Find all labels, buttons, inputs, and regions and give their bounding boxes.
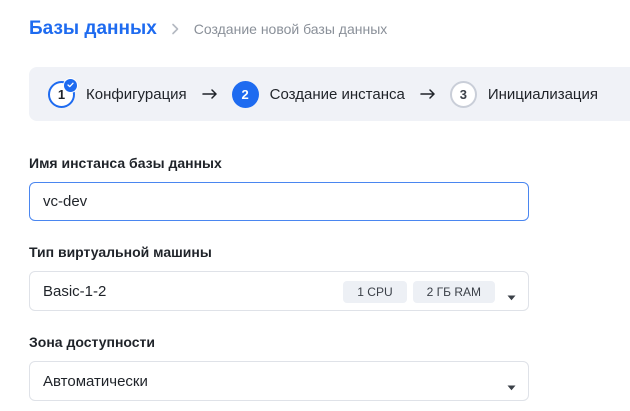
arrow-right-icon: [201, 89, 218, 99]
vm-type-value: Basic-1-2: [43, 282, 107, 300]
chevron-right-icon: [171, 23, 179, 35]
vm-type-label: Тип виртуальной машины: [29, 244, 212, 260]
caret-down-icon[interactable]: [507, 288, 516, 305]
zone-value: Автоматически: [43, 372, 148, 390]
step-label: Конфигурация: [86, 85, 187, 103]
cpu-chip: 1 CPU: [343, 281, 407, 303]
breadcrumb-databases-link[interactable]: Базы данных: [29, 18, 157, 40]
breadcrumb-current: Создание новой базы данных: [193, 21, 388, 37]
step-label: Инициализация: [487, 85, 599, 103]
zone-select[interactable]: Автоматически: [29, 361, 529, 401]
step-configuration[interactable]: 1 Конфигурация: [48, 77, 187, 108]
caret-down-icon[interactable]: [507, 378, 516, 395]
ram-chip: 2 ГБ RAM: [412, 281, 495, 303]
step-instance-creation[interactable]: 2 Создание инстанса: [231, 80, 405, 108]
step-initialization[interactable]: 3 Инициализация: [449, 80, 599, 108]
arrow-right-icon: [420, 89, 436, 99]
vm-type-select[interactable]: Basic-1-2 1 CPU 2 ГБ RAM: [29, 271, 529, 311]
step-number-circle: 3: [449, 80, 477, 108]
zone-label: Зона доступности: [29, 334, 156, 350]
step-number: 2: [241, 86, 249, 102]
step-number-circle: 2: [231, 80, 259, 108]
instance-name-label: Имя инстанса базы данных: [29, 155, 222, 171]
check-icon: [63, 77, 78, 93]
vm-spec-chips: 1 CPU 2 ГБ RAM: [337, 281, 495, 303]
breadcrumb: Базы данных Создание новой базы данных: [29, 18, 387, 40]
step-label: Создание инстанса: [269, 85, 405, 103]
step-number: 3: [459, 86, 467, 102]
stepper: 1 Конфигурация 2 Создание инстанса 3 Ини…: [29, 67, 630, 121]
instance-name-value: vc-dev: [43, 193, 88, 210]
instance-name-input[interactable]: vc-dev: [29, 182, 529, 221]
step-number-circle: 1: [48, 77, 78, 108]
